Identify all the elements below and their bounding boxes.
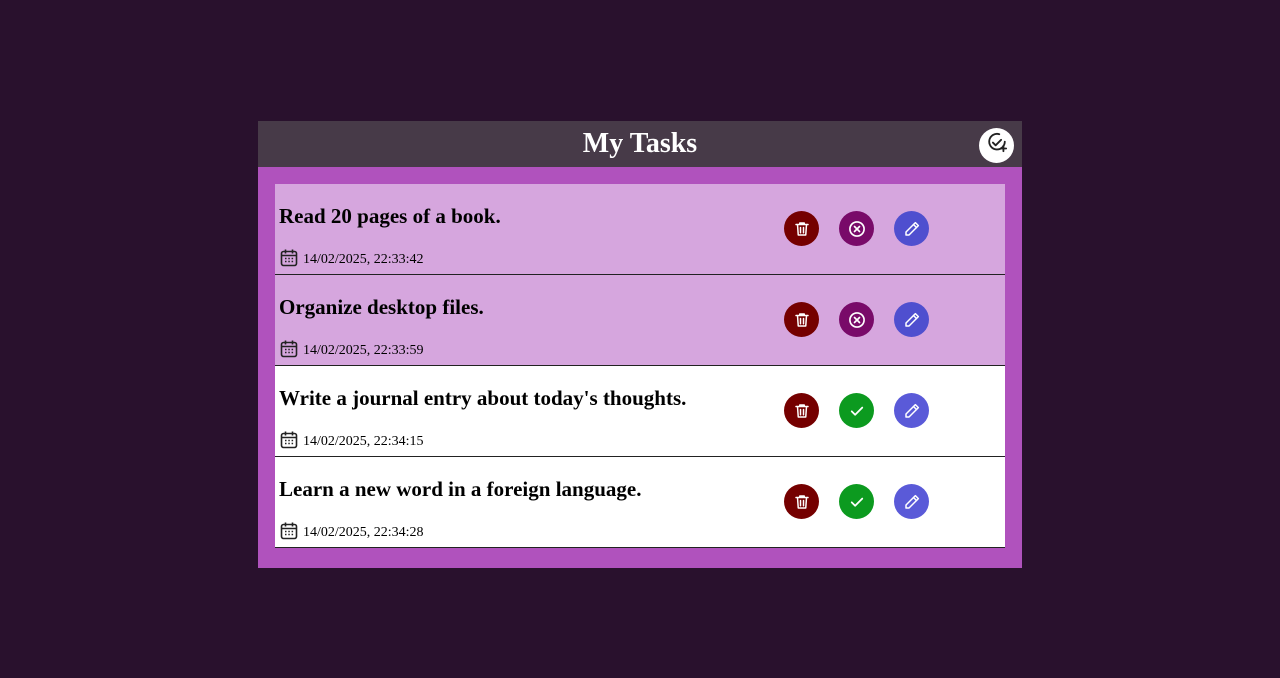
- trash-icon: [793, 493, 811, 511]
- task-title: Learn a new word in a foreign language.: [279, 477, 642, 501]
- task-item: Read 20 pages of a book. 14/02/2025, 22:…: [275, 184, 1005, 275]
- task-list: Read 20 pages of a book. 14/02/2025, 22:…: [275, 184, 1005, 548]
- edit-button[interactable]: [894, 393, 929, 428]
- pencil-icon: [903, 402, 921, 420]
- task-title: Read 20 pages of a book.: [279, 204, 501, 228]
- trash-icon: [793, 220, 811, 238]
- task-date-text: 14/02/2025, 22:34:28: [303, 525, 424, 540]
- trash-icon: [793, 311, 811, 329]
- page-title: My Tasks: [582, 128, 698, 159]
- pencil-icon: [903, 311, 921, 329]
- task-date: 14/02/2025, 22:33:59: [279, 339, 424, 359]
- task-title: Organize desktop files.: [279, 295, 484, 319]
- edit-button[interactable]: [894, 484, 929, 519]
- task-date-text: 14/02/2025, 22:33:42: [303, 252, 424, 267]
- mark-incomplete-button[interactable]: [839, 302, 874, 337]
- pencil-icon: [903, 493, 921, 511]
- edit-button[interactable]: [894, 211, 929, 246]
- add-task-icon: [986, 132, 1008, 159]
- app-header: My Tasks: [258, 121, 1022, 167]
- calendar-icon: [279, 339, 299, 359]
- check-icon: [848, 402, 866, 420]
- x-circle-icon: [847, 310, 867, 330]
- trash-icon: [793, 402, 811, 420]
- task-actions: [784, 484, 929, 519]
- mark-incomplete-button[interactable]: [839, 211, 874, 246]
- delete-button[interactable]: [784, 484, 819, 519]
- task-date: 14/02/2025, 22:34:15: [279, 430, 424, 450]
- task-title: Write a journal entry about today's thou…: [279, 386, 687, 410]
- task-item: Organize desktop files. 14/02/2025, 22:3…: [275, 275, 1005, 366]
- calendar-icon: [279, 521, 299, 541]
- delete-button[interactable]: [784, 393, 819, 428]
- task-date: 14/02/2025, 22:33:42: [279, 248, 424, 268]
- task-date: 14/02/2025, 22:34:28: [279, 521, 424, 541]
- add-task-button[interactable]: [979, 128, 1014, 163]
- calendar-icon: [279, 248, 299, 268]
- task-app: My Tasks Read 20 pages of a book. 14/02/…: [258, 121, 1022, 568]
- delete-button[interactable]: [784, 211, 819, 246]
- delete-button[interactable]: [784, 302, 819, 337]
- task-item: Write a journal entry about today's thou…: [275, 366, 1005, 457]
- check-icon: [848, 493, 866, 511]
- task-actions: [784, 302, 929, 337]
- task-date-text: 14/02/2025, 22:33:59: [303, 343, 424, 358]
- task-date-text: 14/02/2025, 22:34:15: [303, 434, 424, 449]
- task-actions: [784, 393, 929, 428]
- x-circle-icon: [847, 219, 867, 239]
- mark-complete-button[interactable]: [839, 484, 874, 519]
- task-item: Learn a new word in a foreign language. …: [275, 457, 1005, 548]
- edit-button[interactable]: [894, 302, 929, 337]
- task-actions: [784, 211, 929, 246]
- pencil-icon: [903, 220, 921, 238]
- calendar-icon: [279, 430, 299, 450]
- mark-complete-button[interactable]: [839, 393, 874, 428]
